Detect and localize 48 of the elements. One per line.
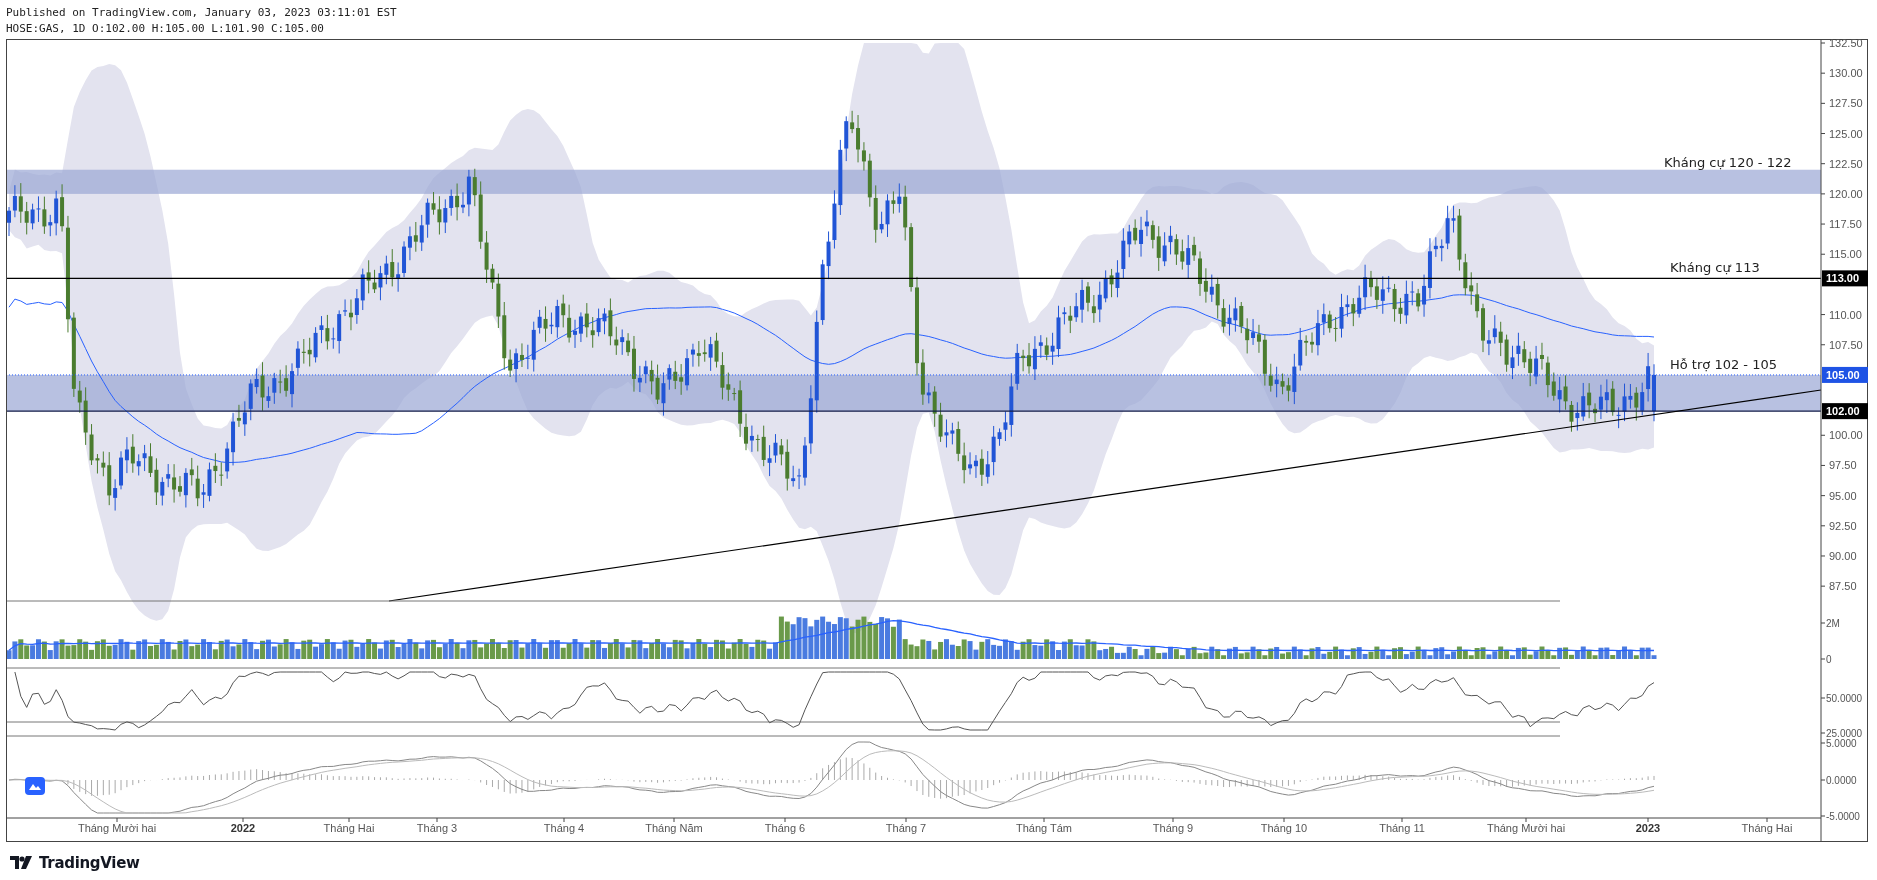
price-axis-label: 125.00	[1829, 127, 1863, 140]
price-label: 113.00	[1822, 270, 1868, 287]
annotation-text: Kháng cự 120 - 122	[1664, 155, 1792, 170]
time-axis-label: Tháng 4	[543, 822, 585, 834]
time-axis-label: Tháng Hai	[323, 822, 375, 834]
price-axis-label: 127.50	[1829, 97, 1863, 110]
symbol-info: HOSE:GAS, 1D O:102.00 H:105.00 L:101.90 C:105.00	[6, 21, 324, 37]
price-axis-label: 87.50	[1829, 580, 1857, 593]
time-axis-label: Tháng Mười hai	[77, 822, 157, 834]
time-axis-label: Tháng 3	[416, 822, 458, 834]
price-axis-label: 107.50	[1829, 338, 1863, 351]
price-axis-label: 115.00	[1829, 248, 1862, 261]
time-axis-label: Tháng 11	[1379, 822, 1425, 834]
time-axis-label: Tháng 9	[1152, 822, 1194, 834]
price-axis-label: 92.50	[1829, 519, 1857, 532]
time-axis-label: 2023	[1635, 822, 1661, 834]
time-axis-label: Tháng 10	[1260, 822, 1308, 834]
price-axis-label: 97.50	[1829, 459, 1857, 472]
chart-logo-icon	[25, 777, 45, 795]
price-axis-label: 110.00	[1829, 308, 1862, 321]
annotation-text: Hỗ trợ 102 - 105	[1670, 357, 1777, 372]
price-axis-label: 132.50	[1829, 39, 1863, 49]
price-label: 102.00	[1822, 403, 1868, 420]
time-axis-label: Tháng 6	[764, 822, 806, 834]
rsi-axis-label: 50.0000	[1826, 693, 1863, 704]
macd-axis-label: 5.0000	[1826, 738, 1857, 749]
volume-axis-label: 2M	[1826, 618, 1840, 629]
price-axis-label: 122.50	[1829, 157, 1863, 170]
price-axis-label: 120.00	[1829, 187, 1863, 200]
time-axis-label: Tháng Hai	[1741, 822, 1793, 834]
price-axis-label: 100.00	[1829, 429, 1863, 442]
price-axis-label: 117.50	[1829, 218, 1862, 231]
price-axis-label: 90.00	[1829, 549, 1857, 562]
time-axis-label: Tháng Mười hai	[1486, 822, 1566, 834]
time-axis-label: Tháng Tám	[1015, 822, 1073, 834]
macd-axis-label: 0.0000	[1826, 775, 1857, 786]
logo-icon	[10, 856, 34, 870]
time-axis-label: 2022	[230, 822, 256, 834]
price-axis-label: 95.00	[1829, 489, 1857, 502]
macd-axis-label: -5.0000	[1826, 811, 1860, 822]
time-axis-label: Tháng Năm	[645, 822, 703, 834]
price-axis-label: 130.00	[1829, 67, 1863, 80]
time-axis-label: Tháng 7	[885, 822, 927, 834]
logo-wordmark: TradingView	[39, 854, 140, 872]
published-note: Published on TradingView.com, January 03, 2023 03:11:01 EST	[6, 5, 397, 21]
volume-axis-label: 0	[1826, 654, 1832, 665]
annotation-text: Kháng cự 113	[1670, 260, 1760, 275]
rsi-axis-label: 25.0000	[1826, 728, 1863, 739]
